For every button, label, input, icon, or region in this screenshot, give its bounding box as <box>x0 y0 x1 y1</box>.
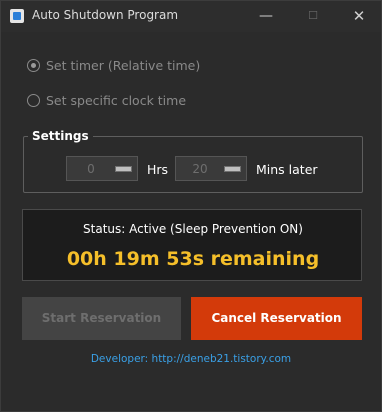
app-window: Auto Shutdown Program — ☐ ✕ Set timer (R… <box>0 0 382 412</box>
start-reservation-button[interactable]: Start Reservation <box>22 297 181 340</box>
radio-selected-icon <box>27 58 40 72</box>
hours-input[interactable]: 0 <box>66 156 138 181</box>
minutes-input[interactable]: 20 <box>175 156 247 181</box>
window-title: Auto Shutdown Program <box>32 8 179 22</box>
developer-link[interactable]: Developer: http://deneb21.tistory.com <box>1 353 381 365</box>
minutes-dropdown-icon[interactable] <box>224 166 241 172</box>
radio-relative-timer[interactable]: Set timer (Relative time) <box>27 55 200 75</box>
settings-title: Settings <box>28 129 93 143</box>
radio-unselected-icon <box>27 93 40 107</box>
hours-label: Hrs <box>147 162 169 177</box>
minutes-label: Mins later <box>256 162 318 177</box>
minutes-value: 20 <box>192 162 208 176</box>
minimize-button[interactable]: — <box>251 5 281 27</box>
countdown-remaining: 00h 19m 53s remaining <box>66 248 320 270</box>
title-bar: Auto Shutdown Program — ☐ ✕ <box>1 1 381 32</box>
radio-relative-timer-label: Set timer (Relative time) <box>46 57 201 73</box>
app-icon <box>10 9 24 23</box>
status-text: Status: Active (Sleep Prevention ON) <box>83 222 303 236</box>
hours-dropdown-icon[interactable] <box>115 166 132 172</box>
radio-specific-time-label: Set specific clock time <box>46 92 187 108</box>
maximize-button[interactable]: ☐ <box>298 5 328 27</box>
cancel-reservation-button[interactable]: Cancel Reservation <box>191 297 362 340</box>
hours-value: 0 <box>87 162 95 176</box>
close-button[interactable]: ✕ <box>344 5 374 27</box>
status-panel: Status: Active (Sleep Prevention ON) 00h… <box>22 209 362 281</box>
radio-specific-time[interactable]: Set specific clock time <box>27 90 186 110</box>
